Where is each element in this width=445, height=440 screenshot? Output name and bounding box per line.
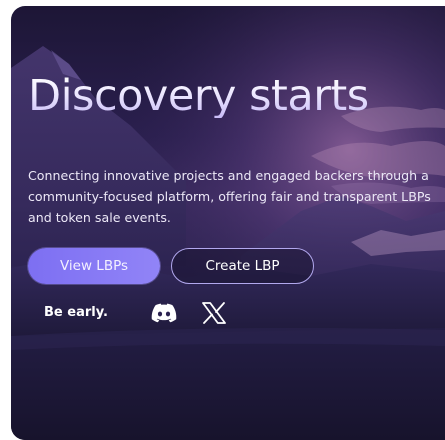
hero-card: Discovery starts Connecting innovative p…: [11, 6, 445, 440]
create-lbp-button[interactable]: Create LBP: [171, 248, 314, 284]
discord-link[interactable]: [150, 299, 178, 327]
x-link[interactable]: [200, 299, 228, 327]
view-lbps-button[interactable]: View LBPs: [28, 248, 160, 284]
hero-headline: Discovery starts: [28, 71, 369, 121]
discord-icon: [151, 303, 177, 323]
hero-description: Connecting innovative projects and engag…: [28, 168, 431, 225]
x-icon: [202, 302, 226, 324]
tagline: Be early.: [44, 305, 108, 320]
